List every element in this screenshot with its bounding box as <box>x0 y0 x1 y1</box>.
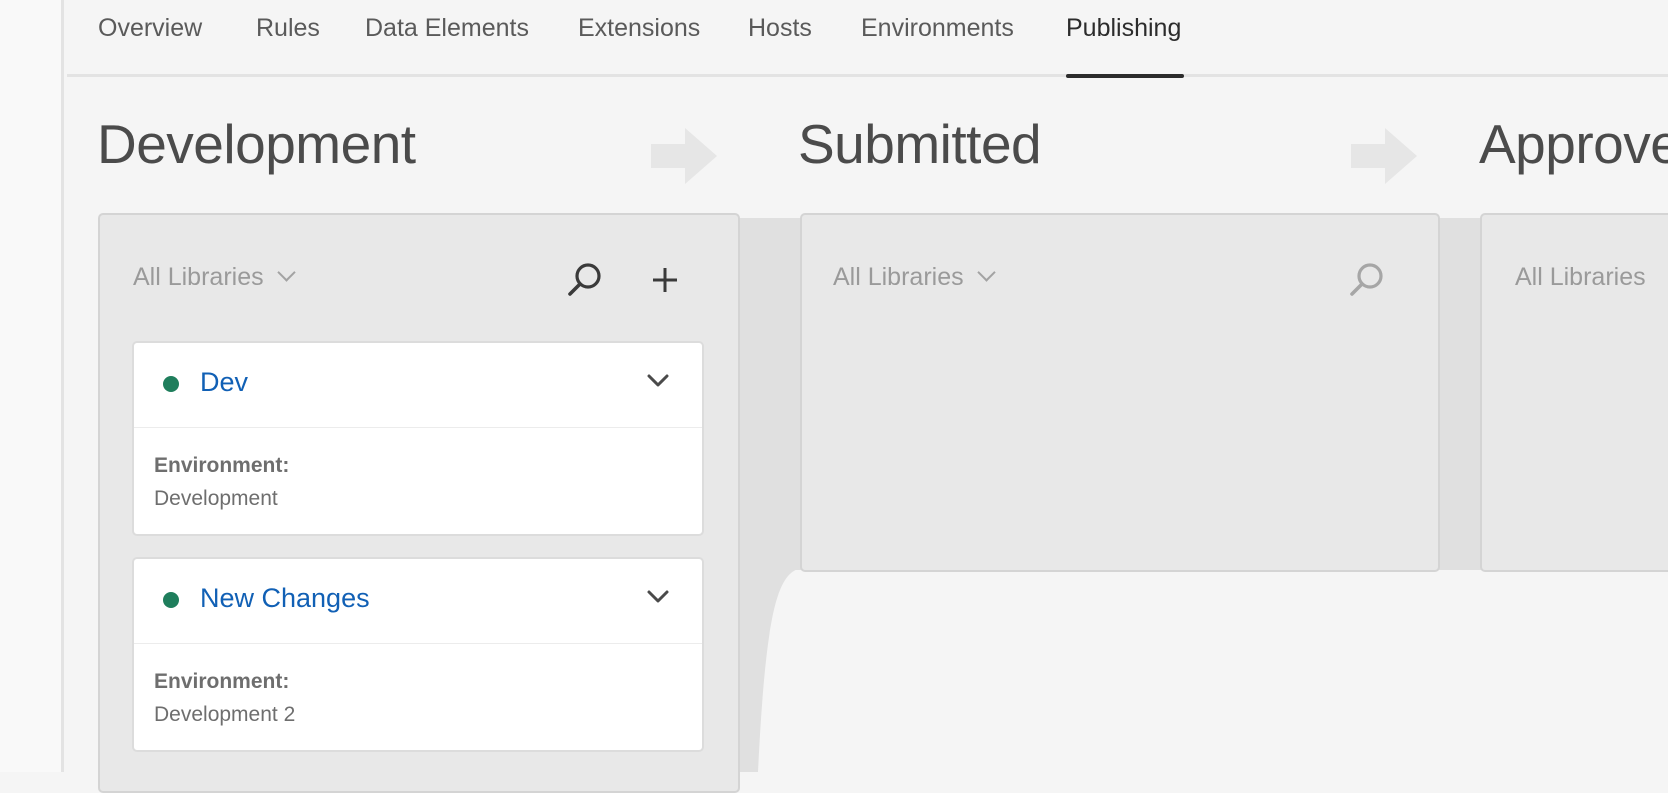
library-card: New Changes Environment: Development 2 <box>132 557 704 752</box>
library-card-header[interactable]: Dev <box>134 343 702 428</box>
flow-connector-curve <box>738 568 802 772</box>
library-filter-dropdown[interactable]: All Libraries <box>133 263 296 292</box>
library-filter-label: All Libraries <box>133 263 264 291</box>
library-filter-dropdown[interactable]: All Libraries <box>833 263 996 292</box>
library-filter-label: All Libraries <box>1515 263 1646 291</box>
tab-publishing[interactable]: Publishing <box>1066 14 1181 43</box>
development-panel: All Libraries Dev Environment: Developme… <box>98 213 740 793</box>
tab-environments[interactable]: Environments <box>861 14 1014 43</box>
column-title-development: Development <box>97 113 416 175</box>
environment-label: Environment: <box>154 454 290 477</box>
environment-label: Environment: <box>154 670 290 693</box>
search-icon[interactable] <box>1348 261 1386 299</box>
column-title-submitted: Submitted <box>798 113 1042 175</box>
tab-overview[interactable]: Overview <box>98 14 202 43</box>
arrow-right-icon <box>1351 128 1417 184</box>
column-title-approved: Approve <box>1479 113 1668 175</box>
chevron-down-icon <box>276 263 296 282</box>
library-filter-dropdown[interactable]: All Libraries <box>1515 263 1646 292</box>
status-dot-icon <box>163 592 179 608</box>
active-tab-indicator <box>1066 74 1184 78</box>
left-rail <box>0 0 64 772</box>
library-card-body: Environment: Development <box>134 428 702 534</box>
library-name-link[interactable]: Dev <box>200 367 248 398</box>
submitted-panel: All Libraries <box>800 213 1440 572</box>
chevron-down-icon[interactable] <box>646 373 670 389</box>
library-filter-label: All Libraries <box>833 263 964 291</box>
environment-value: Development <box>154 487 278 510</box>
arrow-right-icon <box>651 128 717 184</box>
chevron-down-icon[interactable] <box>646 589 670 605</box>
environment-value: Development 2 <box>154 703 296 726</box>
search-icon[interactable] <box>566 261 604 299</box>
library-card-header[interactable]: New Changes <box>134 559 702 644</box>
chevron-down-icon <box>976 263 996 282</box>
plus-icon[interactable] <box>651 266 679 294</box>
library-card-body: Environment: Development 2 <box>134 644 702 750</box>
tab-rules[interactable]: Rules <box>256 14 320 43</box>
tab-data-elements[interactable]: Data Elements <box>365 14 529 43</box>
status-dot-icon <box>163 376 179 392</box>
flow-connector <box>1438 218 1484 570</box>
library-card: Dev Environment: Development <box>132 341 704 536</box>
top-navigation: Overview Rules Data Elements Extensions … <box>67 0 1668 77</box>
tab-hosts[interactable]: Hosts <box>748 14 812 43</box>
library-name-link[interactable]: New Changes <box>200 583 370 614</box>
flow-connector <box>738 218 802 570</box>
approved-panel: All Libraries <box>1480 213 1668 572</box>
tab-extensions[interactable]: Extensions <box>578 14 700 43</box>
